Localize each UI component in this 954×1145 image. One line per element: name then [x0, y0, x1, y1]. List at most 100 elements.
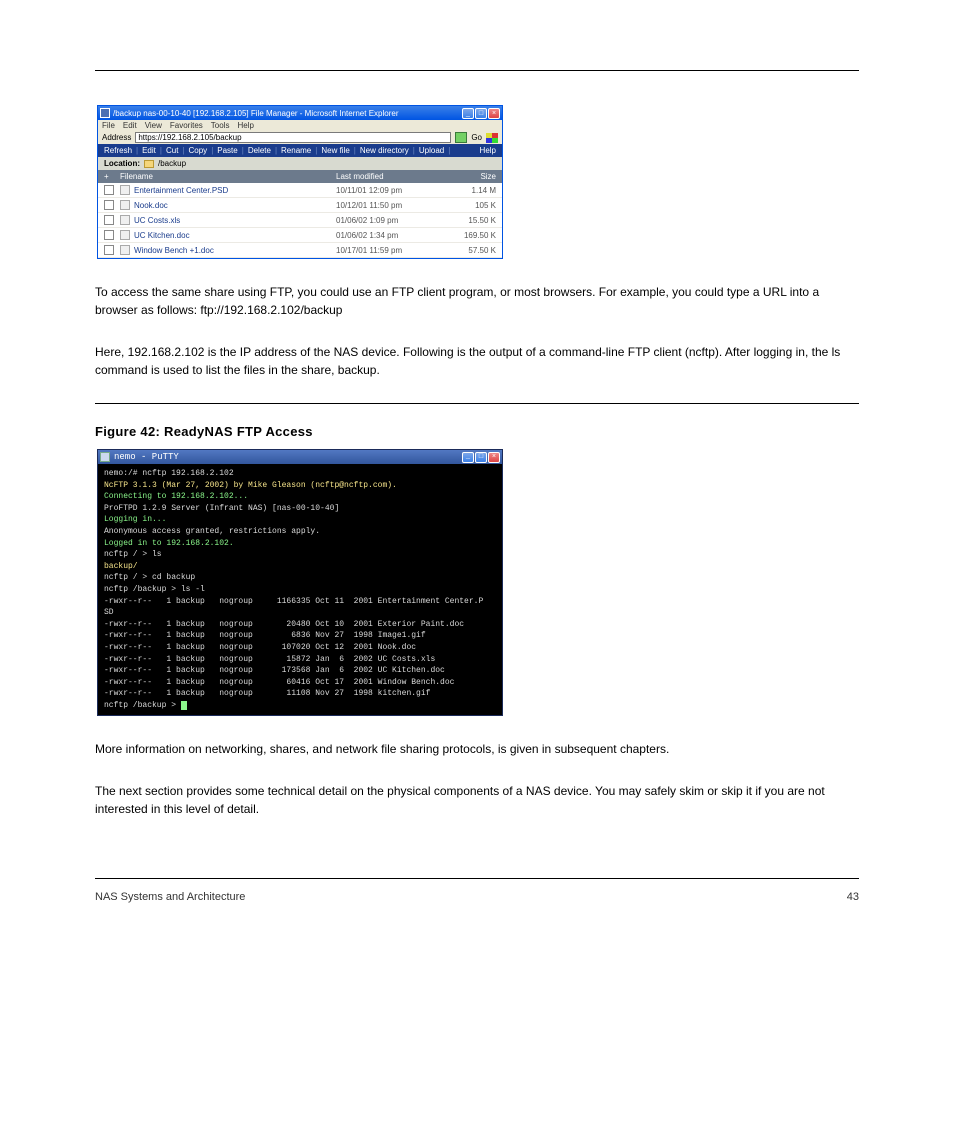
terminal-line: Connecting to 192.168.2.102... — [104, 491, 496, 503]
putty-titlebar[interactable]: nemo - PuTTY _ □ × — [98, 450, 502, 464]
tb-copy[interactable]: Copy — [189, 146, 208, 155]
hdr-modified[interactable]: Last modified — [336, 172, 446, 181]
terminal-line: ncftp /backup > ls -l — [104, 584, 496, 596]
file-icon — [120, 245, 130, 255]
close-button[interactable]: × — [488, 452, 500, 463]
hdr-filename[interactable]: Filename — [120, 172, 336, 181]
ie-throbber-icon — [486, 133, 498, 143]
file-manager-toolbar: Refresh| Edit| Cut| Copy| Paste| Delete|… — [98, 144, 502, 157]
ie-file-manager-window: /backup nas-00-10-40 [192.168.2.105] Fil… — [97, 105, 503, 259]
file-name[interactable]: UC Costs.xls — [134, 216, 336, 225]
tb-cut[interactable]: Cut — [166, 146, 178, 155]
terminal-line: -rwxr--r-- 1 backup nogroup 1166335 Oct … — [104, 596, 496, 608]
ie-title: /backup nas-00-10-40 [192.168.2.105] Fil… — [113, 109, 399, 118]
file-modified: 10/17/01 11:59 pm — [336, 246, 446, 255]
menu-edit[interactable]: Edit — [123, 121, 137, 130]
figure-caption: Figure 42: ReadyNAS FTP Access — [95, 424, 859, 439]
file-modified: 01/06/02 1:34 pm — [336, 231, 446, 240]
file-size: 1.14 M — [446, 186, 496, 195]
minimize-button[interactable]: _ — [462, 452, 474, 463]
terminal-line: Logging in... — [104, 514, 496, 526]
page-footer: NAS Systems and Architecture 43 — [95, 891, 859, 903]
terminal-line: backup/ — [104, 561, 496, 573]
tb-edit[interactable]: Edit — [142, 146, 156, 155]
ie-app-icon — [100, 108, 110, 118]
file-name[interactable]: Nook.doc — [134, 201, 336, 210]
row-checkbox[interactable] — [104, 185, 114, 195]
terminal-line: Anonymous access granted, restrictions a… — [104, 526, 496, 538]
footer-rule — [95, 878, 859, 879]
location-path: /backup — [158, 159, 186, 168]
terminal-line: -rwxr--r-- 1 backup nogroup 60416 Oct 17… — [104, 677, 496, 689]
file-icon — [120, 185, 130, 195]
row-checkbox[interactable] — [104, 200, 114, 210]
close-button[interactable]: × — [488, 108, 500, 119]
menu-file[interactable]: File — [102, 121, 115, 130]
putty-title: nemo - PuTTY — [114, 452, 179, 462]
table-row[interactable]: Window Bench +1.doc10/17/01 11:59 pm57.5… — [98, 243, 502, 258]
file-icon — [120, 215, 130, 225]
file-size: 169.50 K — [446, 231, 496, 240]
row-checkbox[interactable] — [104, 215, 114, 225]
file-size: 57.50 K — [446, 246, 496, 255]
file-name[interactable]: UC Kitchen.doc — [134, 231, 336, 240]
ie-titlebar[interactable]: /backup nas-00-10-40 [192.168.2.105] Fil… — [98, 106, 502, 120]
menu-help[interactable]: Help — [237, 121, 253, 130]
terminal-line: ncftp / > ls — [104, 549, 496, 561]
file-modified: 10/12/01 11:50 pm — [336, 201, 446, 210]
footer-page-number: 43 — [847, 891, 859, 903]
terminal-line: SD — [104, 607, 496, 619]
file-size: 15.50 K — [446, 216, 496, 225]
file-size: 105 K — [446, 201, 496, 210]
terminal-cursor — [181, 701, 187, 710]
file-icon — [120, 230, 130, 240]
hdr-size[interactable]: Size — [446, 172, 496, 181]
tb-newfile[interactable]: New file — [321, 146, 349, 155]
table-row[interactable]: Nook.doc10/12/01 11:50 pm105 K — [98, 198, 502, 213]
row-checkbox[interactable] — [104, 230, 114, 240]
maximize-button[interactable]: □ — [475, 452, 487, 463]
tb-upload[interactable]: Upload — [419, 146, 444, 155]
terminal-line: ProFTPD 1.2.9 Server (Infrant NAS) [nas-… — [104, 503, 496, 515]
tb-rename[interactable]: Rename — [281, 146, 311, 155]
terminal-line: -rwxr--r-- 1 backup nogroup 107020 Oct 1… — [104, 642, 496, 654]
tb-newdir[interactable]: New directory — [360, 146, 409, 155]
file-table-header: + Filename Last modified Size — [98, 170, 502, 183]
terminal-line: -rwxr--r-- 1 backup nogroup 20480 Oct 10… — [104, 619, 496, 631]
file-modified: 10/11/01 12:09 pm — [336, 186, 446, 195]
table-row[interactable]: UC Costs.xls01/06/02 1:09 pm15.50 K — [98, 213, 502, 228]
terminal-line: ncftp /backup > — [104, 700, 496, 712]
maximize-button[interactable]: □ — [475, 108, 487, 119]
terminal-line: Logged in to 192.168.2.102. — [104, 538, 496, 550]
page-top-rule — [95, 70, 859, 71]
location-bar: Location: /backup — [98, 157, 502, 170]
body-text-ftp-intro: To access the same share using FTP, you … — [95, 283, 859, 319]
row-checkbox[interactable] — [104, 245, 114, 255]
location-label: Location: — [104, 159, 140, 168]
putty-app-icon — [100, 452, 110, 462]
section-rule — [95, 403, 859, 404]
menu-tools[interactable]: Tools — [211, 121, 230, 130]
address-label: Address — [102, 133, 131, 142]
table-row[interactable]: UC Kitchen.doc01/06/02 1:34 pm169.50 K — [98, 228, 502, 243]
tb-paste[interactable]: Paste — [217, 146, 237, 155]
address-value: https://192.168.2.105/backup — [138, 133, 241, 142]
menu-view[interactable]: View — [145, 121, 162, 130]
folder-icon — [144, 160, 154, 168]
minimize-button[interactable]: _ — [462, 108, 474, 119]
file-name[interactable]: Entertainment Center.PSD — [134, 186, 336, 195]
table-row[interactable]: Entertainment Center.PSD10/11/01 12:09 p… — [98, 183, 502, 198]
tb-delete[interactable]: Delete — [248, 146, 271, 155]
tb-refresh[interactable]: Refresh — [104, 146, 132, 155]
tb-help[interactable]: Help — [480, 146, 496, 155]
go-button[interactable] — [455, 132, 467, 143]
file-name[interactable]: Window Bench +1.doc — [134, 246, 336, 255]
file-icon — [120, 200, 130, 210]
file-table-body: Entertainment Center.PSD10/11/01 12:09 p… — [98, 183, 502, 258]
putty-terminal[interactable]: nemo:/# ncftp 192.168.2.102NcFTP 3.1.3 (… — [98, 464, 502, 715]
address-input[interactable]: https://192.168.2.105/backup — [135, 132, 451, 143]
menu-favorites[interactable]: Favorites — [170, 121, 203, 130]
body-text-more-info: More information on networking, shares, … — [95, 740, 859, 758]
body-text-next-section: The next section provides some technical… — [95, 782, 859, 818]
terminal-line: NcFTP 3.1.3 (Mar 27, 2002) by Mike Gleas… — [104, 480, 496, 492]
